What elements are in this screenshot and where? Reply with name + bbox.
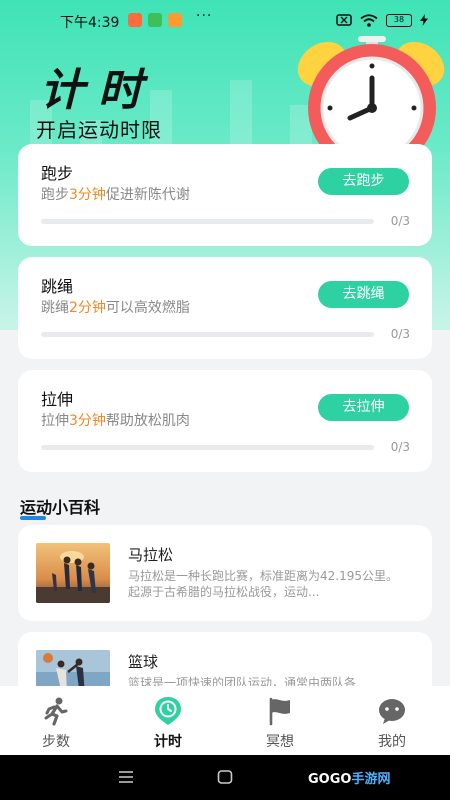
clock-pin-icon — [155, 697, 181, 725]
app-notification-icon — [128, 13, 142, 27]
go-running-button[interactable]: 去跑步 — [318, 168, 409, 195]
tab-mine[interactable]: 我的 — [336, 686, 448, 755]
tab-label: 步数 — [42, 734, 70, 750]
timer-card-jumprope: 跳绳 跳绳2分钟可以高效燃脂 去跳绳 0/3 — [18, 257, 432, 359]
tab-meditation[interactable]: 冥想 — [224, 686, 336, 755]
card-description: 跑步3分钟促进新陈代谢 — [41, 187, 190, 203]
system-nav-bar: GOGO手游网 — [0, 755, 450, 800]
tab-steps[interactable]: 步数 — [0, 686, 112, 755]
progress-track — [41, 445, 374, 450]
wifi-icon — [360, 13, 378, 27]
sim-off-icon — [336, 14, 352, 26]
alarm-clock-icon — [297, 36, 445, 160]
progress-count: 0/3 — [390, 327, 410, 341]
flag-icon — [269, 697, 290, 726]
tab-label: 我的 — [378, 734, 406, 750]
wiki-item-title: 马拉松 — [128, 546, 174, 564]
marathon-photo — [36, 543, 110, 603]
wiki-item-marathon[interactable]: 马拉松 马拉松是一种长跑比赛，标准距离为42.195公里。起源于古希腊的马拉松战… — [18, 525, 432, 621]
chat-face-icon — [379, 699, 405, 724]
charging-icon — [420, 14, 428, 26]
page-subtitle: 开启运动时限 — [36, 118, 162, 142]
go-jumprope-button[interactable]: 去跳绳 — [318, 281, 409, 308]
progress-track — [41, 219, 374, 224]
card-description: 跳绳2分钟可以高效燃脂 — [41, 300, 190, 316]
page-title: 计时 — [40, 65, 156, 116]
call-notification-icon — [168, 13, 182, 27]
card-title: 跑步 — [41, 164, 74, 183]
home-icon[interactable] — [217, 770, 233, 784]
tab-timer[interactable]: 计时 — [112, 686, 224, 755]
wiki-item-title: 篮球 — [128, 653, 159, 671]
progress-track — [41, 332, 374, 337]
section-title: 运动小百科 — [20, 494, 100, 520]
site-watermark: GOGO手游网 — [308, 772, 391, 787]
progress-count: 0/3 — [390, 214, 410, 228]
tab-label: 计时 — [154, 734, 182, 750]
section-underline — [20, 516, 46, 520]
bottom-tab-bar: 步数 计时 冥想 我的 — [0, 686, 450, 755]
battery-icon: 38 — [386, 13, 412, 27]
go-stretch-button[interactable]: 去拉伸 — [318, 394, 409, 421]
more-notifications-icon: ··· — [196, 8, 213, 24]
card-description: 拉伸3分钟帮助放松肌肉 — [41, 413, 190, 429]
status-bar: 下午4:39 ··· 38 — [0, 0, 450, 40]
runner-icon — [44, 697, 68, 726]
progress-count: 0/3 — [390, 440, 410, 454]
status-time: 下午4:39 — [60, 15, 120, 31]
message-notification-icon — [148, 13, 162, 27]
timer-card-stretch: 拉伸 拉伸3分钟帮助放松肌肉 去拉伸 0/3 — [18, 370, 432, 472]
card-title: 跳绳 — [41, 277, 74, 296]
card-title: 拉伸 — [41, 390, 74, 409]
menu-icon[interactable] — [118, 770, 134, 784]
tab-label: 冥想 — [266, 734, 294, 750]
timer-card-running: 跑步 跑步3分钟促进新陈代谢 去跑步 0/3 — [18, 144, 432, 246]
wiki-item-description: 马拉松是一种长跑比赛，标准距离为42.195公里。起源于古希腊的马拉松战役，运动… — [128, 569, 398, 599]
